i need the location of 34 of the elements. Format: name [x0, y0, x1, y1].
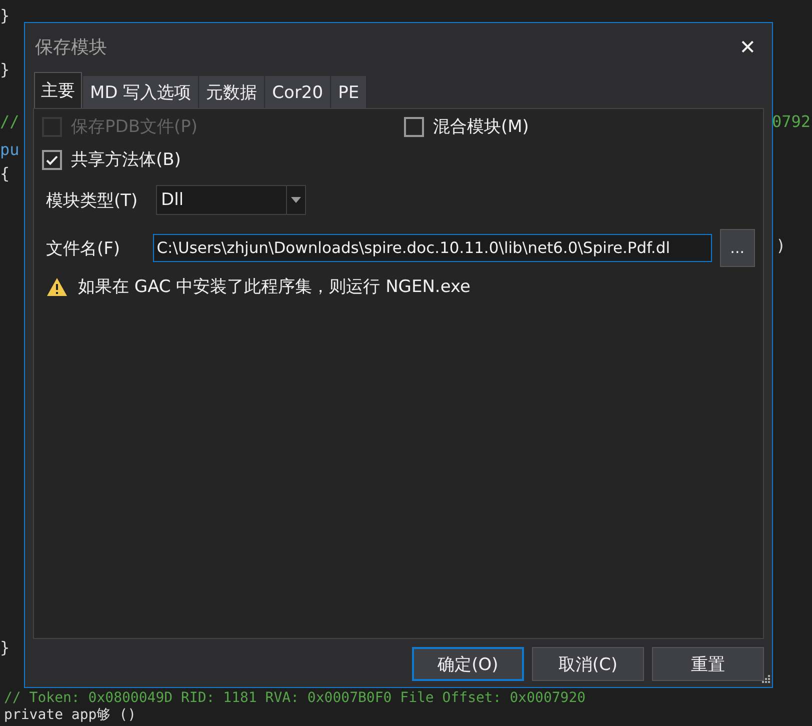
browse-button[interactable]: ...: [720, 229, 755, 267]
code-text: ): [776, 236, 786, 256]
tab[interactable]: MD 写入选项: [83, 76, 198, 108]
checkbox-label: 保存PDB文件(P): [71, 116, 198, 138]
dialog-button[interactable]: 重置: [652, 647, 764, 681]
checkbox-label: 共享方法体(B): [71, 149, 181, 171]
code-text: }: [0, 60, 10, 80]
code-text: }: [0, 6, 10, 26]
dialog-button[interactable]: 取消(C): [532, 647, 644, 681]
window-title: 保存模块: [35, 36, 107, 58]
warning-icon: [46, 276, 68, 296]
code-line: private app够 (): [4, 707, 138, 724]
warning-message: 如果在 GAC 中安装了此程序集，则运行 NGEN.exe: [78, 276, 470, 298]
code-text: 0792: [772, 112, 811, 132]
checkbox[interactable]: [404, 116, 424, 136]
caret-icon: [291, 197, 301, 203]
tab[interactable]: PE: [331, 76, 366, 108]
tab[interactable]: 元数据: [199, 76, 264, 108]
module-type-dropdown[interactable]: Dll: [156, 185, 306, 215]
dialog-button[interactable]: 确定(O): [412, 647, 524, 681]
checkbox-label: 混合模块(M): [433, 116, 529, 138]
code-text: }: [0, 638, 10, 658]
code-line: // Token: 0x0800049D RID: 1181 RVA: 0x0007B0F0 File Offset: 0x0007920: [4, 690, 586, 707]
field-label: 模块类型(T): [45, 190, 139, 212]
tab[interactable]: Cor20: [265, 76, 330, 108]
resize-grip-icon[interactable]: [760, 675, 770, 685]
code-text: //: [0, 112, 20, 132]
tab[interactable]: 主要: [34, 72, 82, 108]
code-text: pu: [0, 140, 20, 160]
file-name-field[interactable]: C:\Users\zhjun\Downloads\spire.doc.10.11.0\lib\net6.0\Spire.Pdf.dl: [152, 234, 712, 262]
close-button[interactable]: ✕: [733, 32, 762, 60]
field-label: 文件名(F): [45, 238, 122, 260]
code-text: {: [0, 164, 10, 184]
checkbox[interactable]: [42, 150, 62, 170]
